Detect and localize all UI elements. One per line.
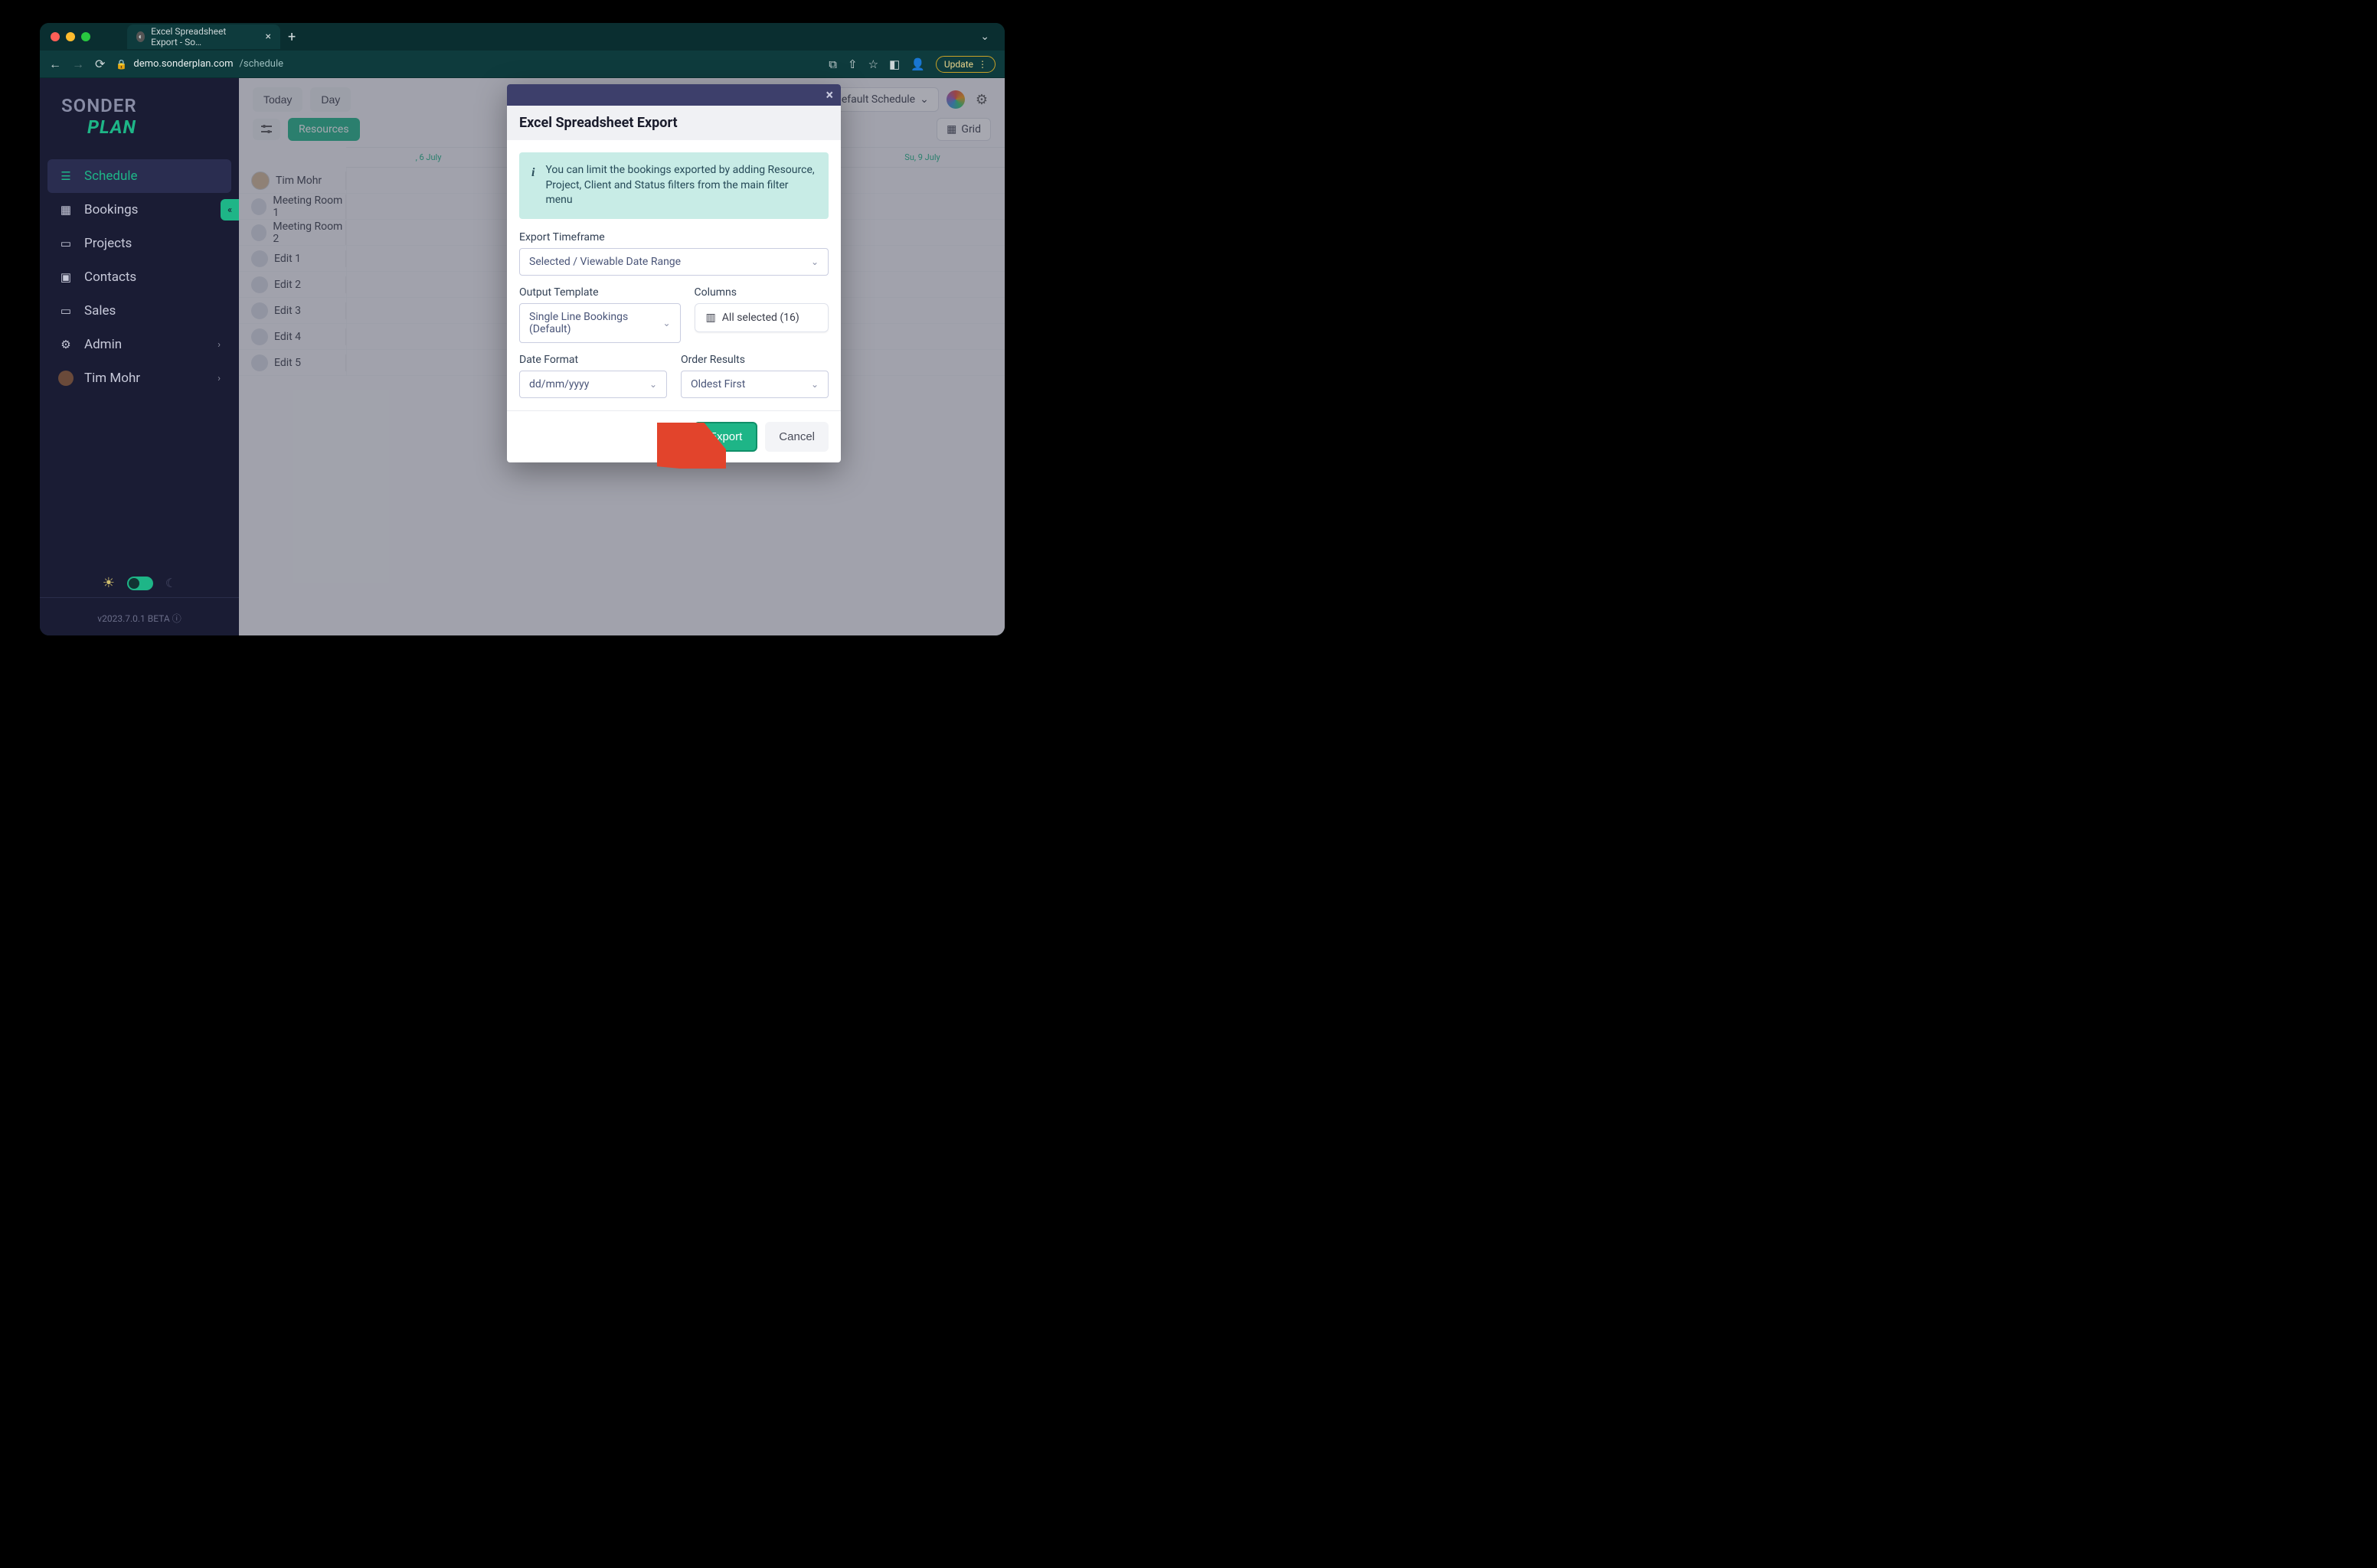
sidebar-item-projects[interactable]: ▭ Projects [47,227,231,260]
sidebar-item-sales[interactable]: ▭ Sales [47,294,231,328]
help-icon[interactable]: ⓘ [172,613,181,624]
window-menu-icon[interactable]: ⌄ [980,31,994,43]
logo-top: SONDER [61,95,217,116]
chevron-down-icon: ⌄ [649,379,657,390]
url-bar[interactable]: 🔒 demo.sonderplan.com/schedule [116,58,818,70]
info-icon: i [531,165,535,208]
chevron-down-icon: ⌄ [811,256,819,267]
chevron-right-icon: › [217,373,221,384]
field-template: Output Template Single Line Bookings (De… [519,286,681,343]
sidebar-item-admin[interactable]: ⚙ Admin › [47,328,231,361]
forward-button[interactable]: → [72,57,84,72]
tab-strip: ◐ Excel Spreadsheet Export - So… × + [127,24,974,49]
close-window-button[interactable] [51,32,60,41]
maximize-window-button[interactable] [81,32,90,41]
url-path: /schedule [240,58,283,70]
sidebar: SONDER PLAN « ☰ Schedule ▦ Bookings ▭ Pr… [40,78,239,635]
sidebar-item-label: Admin [84,337,122,352]
annotation-arrow [657,423,726,469]
admin-icon: ⚙ [58,338,74,351]
columns-button[interactable]: ▥ All selected (16) [695,303,829,332]
sidebar-item-label: Tim Mohr [84,371,140,386]
bookings-icon: ▦ [58,203,74,217]
app-root: SONDER PLAN « ☰ Schedule ▦ Bookings ▭ Pr… [40,78,1005,635]
logo: SONDER PLAN [40,78,239,152]
sidebar-item-user[interactable]: Tim Mohr › [47,361,231,395]
extensions-icon[interactable]: ◧ [889,57,900,71]
avatar-icon [58,371,74,386]
field-columns: Columns ▥ All selected (16) [695,286,829,343]
url-host: demo.sonderplan.com [133,58,233,70]
theme-toggle[interactable] [127,577,153,590]
tab-title: Excel Spreadsheet Export - So… [151,26,253,47]
field-label: Output Template [519,286,681,299]
lock-icon: 🔒 [116,59,127,70]
new-tab-button[interactable]: + [288,29,296,45]
favicon-icon: ◐ [136,31,145,42]
modal-header: × [507,84,841,106]
sidebar-nav: ☰ Schedule ▦ Bookings ▭ Projects ▣ Conta… [40,152,239,566]
traffic-lights [51,32,90,41]
sidebar-item-label: Contacts [84,270,136,285]
order-select[interactable]: Oldest First ⌄ [681,371,829,398]
field-dateformat: Date Format dd/mm/yyyy ⌄ [519,354,667,398]
export-modal: × Excel Spreadsheet Export i You can lim… [507,84,841,462]
version-label: v2023.7.0.1 BETA ⓘ [40,597,239,635]
sidebar-item-label: Projects [84,236,132,251]
schedule-icon: ☰ [58,169,74,183]
chevron-down-icon: ⌄ [811,379,819,390]
field-label: Order Results [681,354,829,366]
open-external-icon[interactable]: ⧉ [829,57,837,71]
field-label: Date Format [519,354,667,366]
field-timeframe: Export Timeframe Selected / Viewable Dat… [519,231,829,276]
sidebar-item-contacts[interactable]: ▣ Contacts [47,260,231,294]
field-order: Order Results Oldest First ⌄ [681,354,829,398]
dateformat-select[interactable]: dd/mm/yyyy ⌄ [519,371,667,398]
url-actions: ⧉ ⇧ ☆ ◧ 👤 Update⋮ [829,56,996,73]
browser-window: ◐ Excel Spreadsheet Export - So… × + ⌄ ←… [40,23,1005,635]
logo-bottom: PLAN [87,116,217,138]
field-label: Columns [695,286,829,299]
sun-icon: ☀ [103,575,115,591]
update-button[interactable]: Update⋮ [936,56,996,73]
template-select[interactable]: Single Line Bookings (Default) ⌄ [519,303,681,343]
share-icon[interactable]: ⇧ [848,57,858,71]
back-button[interactable]: ← [49,57,61,72]
theme-toggle-row: ☀ ☾ [40,566,239,597]
modal-title: Excel Spreadsheet Export [507,106,841,140]
sidebar-item-schedule[interactable]: ☰ Schedule [47,159,231,193]
close-modal-icon[interactable]: × [826,87,833,103]
sidebar-item-label: Sales [84,303,116,318]
reload-button[interactable]: ⟳ [95,57,105,71]
profile-icon[interactable]: 👤 [911,57,925,71]
sales-icon: ▭ [58,304,74,318]
moon-icon: ☾ [165,576,176,590]
sidebar-item-bookings[interactable]: ▦ Bookings [47,193,231,227]
timeframe-select[interactable]: Selected / Viewable Date Range ⌄ [519,248,829,276]
columns-icon: ▥ [706,312,716,324]
contacts-icon: ▣ [58,270,74,284]
close-tab-icon[interactable]: × [266,31,271,43]
bookmark-icon[interactable]: ☆ [868,57,878,71]
info-box: i You can limit the bookings exported by… [519,152,829,219]
browser-tab[interactable]: ◐ Excel Spreadsheet Export - So… × [127,24,280,49]
modal-body: i You can limit the bookings exported by… [507,140,841,410]
field-label: Export Timeframe [519,231,829,243]
sidebar-item-label: Schedule [84,168,137,184]
sidebar-item-label: Bookings [84,202,138,217]
projects-icon: ▭ [58,237,74,250]
main-content: Today Day 2023 › Default Schedule ⌄ ⚙ [239,78,1005,635]
cancel-button[interactable]: Cancel [765,422,829,452]
collapse-sidebar-button[interactable]: « [221,199,239,220]
chevron-right-icon: › [217,339,221,351]
titlebar: ◐ Excel Spreadsheet Export - So… × + ⌄ [40,23,1005,51]
minimize-window-button[interactable] [66,32,75,41]
info-text: You can limit the bookings exported by a… [545,163,816,208]
chevron-down-icon: ⌄ [662,318,670,328]
urlbar-row: ← → ⟳ 🔒 demo.sonderplan.com/schedule ⧉ ⇧… [40,51,1005,78]
